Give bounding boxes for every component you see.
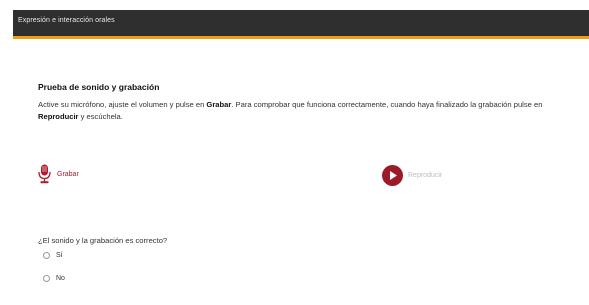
play-button[interactable]: Reproducir [382, 164, 442, 186]
app-window: Expresión e interacción orales Prueba de… [0, 0, 589, 305]
play-icon [382, 164, 403, 186]
instructions-record-keyword: Grabar [206, 100, 232, 109]
radio-no[interactable] [43, 275, 50, 282]
section-title: Prueba de sonido y grabación [38, 82, 160, 92]
record-label: Grabar [57, 170, 79, 178]
instructions-play-keyword: Reproducir [38, 112, 79, 121]
instructions-text: Active su micrófono, ajuste el volumen y… [38, 99, 583, 123]
option-no[interactable]: No [43, 275, 65, 282]
option-no-label: No [56, 275, 65, 282]
record-button[interactable]: Grabar [38, 163, 79, 185]
header-bar: Expresión e interacción orales [13, 10, 589, 39]
radio-yes[interactable] [43, 252, 50, 259]
instructions-part-2: . Para comprobar que funciona correctame… [231, 100, 543, 109]
instructions-part-3: y escúchela. [78, 112, 123, 121]
microphone-icon [38, 164, 51, 184]
header-title: Expresión e interacción orales [18, 17, 115, 24]
option-yes[interactable]: Sí [43, 252, 63, 259]
question-text: ¿El sonido y la grabación es correcto? [38, 236, 168, 245]
play-label: Reproducir [408, 171, 443, 179]
option-yes-label: Sí [56, 252, 63, 259]
instructions-part-1: Active su micrófono, ajuste el volumen y… [38, 100, 207, 109]
